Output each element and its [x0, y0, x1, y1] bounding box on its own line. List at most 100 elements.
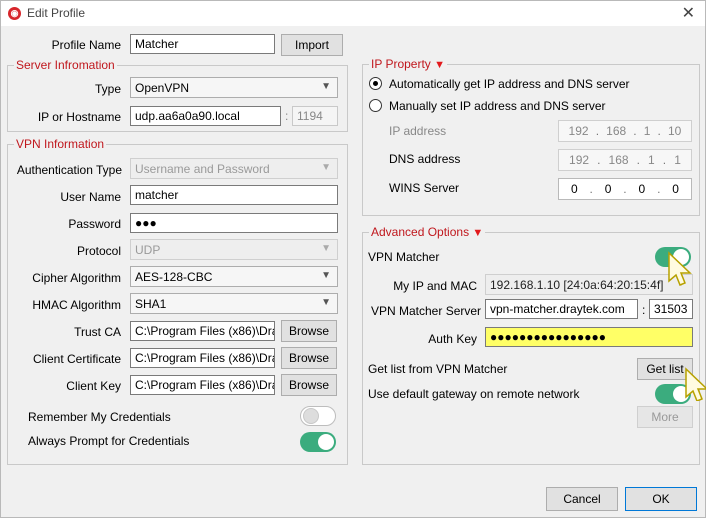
cipher-label: Cipher Algorithm	[32, 271, 121, 285]
cancel-button[interactable]: Cancel	[546, 487, 618, 511]
dns-address-input[interactable]: 192. 168. 1. 1	[558, 149, 692, 171]
wins-server-input[interactable]: 0. 0. 0. 0	[558, 178, 692, 200]
ip-dot: .	[623, 182, 627, 196]
collapse-triangle-icon[interactable]: ▼	[472, 227, 483, 239]
chevron-down-icon: ▼	[321, 243, 331, 254]
client-cert-browse-button[interactable]: Browse	[281, 347, 337, 369]
port-input[interactable]: 1194	[292, 106, 338, 126]
chevron-down-icon: ▼	[321, 270, 331, 281]
ip-octet: 168	[608, 153, 629, 167]
window-title: Edit Profile	[27, 6, 86, 20]
ip-octet: 10	[667, 124, 682, 138]
ip-octet: 1	[648, 153, 655, 167]
cipher-select[interactable]: AES-128-CBC ▼	[130, 266, 338, 287]
ip-dot: .	[597, 153, 601, 167]
toggle-knob	[318, 434, 334, 450]
protocol-select[interactable]: UDP ▼	[130, 239, 338, 260]
matcher-server-input[interactable]: vpn-matcher.draytek.com	[485, 299, 638, 319]
ip-octet: 192	[568, 124, 589, 138]
ip-dot: .	[662, 153, 667, 167]
ip-address-label: IP address	[389, 124, 447, 138]
ip-dot: .	[657, 124, 661, 138]
auto-ip-label: Automatically get IP address and DNS ser…	[389, 77, 630, 91]
ip-address-input[interactable]: 192. 168. 1. 10	[558, 120, 692, 142]
client-key-input[interactable]: C:\Program Files (x86)\Drayt	[130, 375, 275, 395]
server-information-title: Server Infromation	[14, 58, 117, 72]
dns-address-label: DNS address	[389, 152, 461, 166]
collapse-triangle-icon[interactable]: ▼	[434, 59, 445, 71]
ip-octet: 0	[638, 182, 646, 196]
hmac-label: HMAC Algorithm	[32, 298, 121, 312]
ip-dot: .	[595, 124, 600, 138]
ip-octet: 0	[672, 182, 679, 196]
advanced-options-title: Advanced Options ▼	[369, 225, 486, 239]
username-label: User Name	[60, 190, 121, 204]
port-separator: :	[285, 109, 289, 123]
ok-button[interactable]: OK	[625, 487, 697, 511]
my-ip-mac-value: 192.168.1.10 [24:0a:64:20:15:4f]	[490, 278, 664, 292]
ip-dot: .	[657, 182, 661, 196]
type-select[interactable]: OpenVPN ▼	[130, 77, 338, 98]
vpn-information-title: VPN Information	[14, 137, 107, 151]
ip-octet: 1	[674, 153, 681, 167]
auth-type-value: Username and Password	[135, 162, 270, 176]
hmac-select[interactable]: SHA1 ▼	[130, 293, 338, 314]
client-key-browse-button[interactable]: Browse	[281, 374, 337, 396]
edit-profile-dialog: ◉ Edit Profile ✕ Profile Name Matcher Im…	[0, 0, 706, 518]
client-cert-label: Client Certificate	[32, 352, 121, 366]
auto-ip-radio[interactable]	[369, 77, 382, 90]
ip-octet: 0	[570, 182, 578, 196]
ip-property-title: IP Property ▼	[369, 57, 448, 71]
type-value: OpenVPN	[135, 81, 190, 95]
title-bar: ◉ Edit Profile ✕	[1, 1, 705, 26]
draytek-logo-icon: ◉	[8, 7, 21, 20]
always-prompt-label: Always Prompt for Credentials	[28, 434, 190, 448]
default-gateway-label: Use default gateway on remote network	[368, 387, 580, 401]
get-list-label: Get list from VPN Matcher	[368, 362, 508, 376]
more-button[interactable]: More	[637, 406, 693, 428]
host-label: IP or Hostname	[37, 110, 121, 124]
matcher-server-label: VPN Matcher Server	[371, 304, 482, 318]
manual-ip-radio[interactable]	[369, 99, 382, 112]
protocol-label: Protocol	[76, 244, 121, 258]
ip-octet: 168	[606, 124, 627, 138]
host-input[interactable]: udp.aa6a0a90.local	[130, 106, 281, 126]
trust-ca-browse-button[interactable]: Browse	[281, 320, 337, 342]
trust-ca-input[interactable]: C:\Program Files (x86)\Drayt	[130, 321, 275, 341]
profile-name-input[interactable]: Matcher	[130, 34, 275, 54]
auth-type-select[interactable]: Username and Password ▼	[130, 158, 338, 179]
advanced-options-title-text: Advanced Options	[371, 225, 470, 239]
remember-credentials-label: Remember My Credentials	[28, 410, 171, 424]
trust-ca-label: Trust CA	[74, 325, 121, 339]
username-input[interactable]: matcher	[130, 185, 338, 205]
my-ip-mac-select[interactable]: 192.168.1.10 [24:0a:64:20:15:4f] ▼	[485, 274, 693, 295]
cipher-value: AES-128-CBC	[135, 270, 213, 284]
ip-property-title-text: IP Property	[371, 57, 431, 71]
password-input[interactable]: ●●●	[130, 213, 338, 233]
pointer-cursor-icon	[685, 367, 706, 401]
matcher-port-input[interactable]: 31503	[649, 299, 693, 319]
protocol-value: UDP	[135, 243, 161, 257]
manual-ip-label: Manually set IP address and DNS server	[389, 99, 606, 113]
chevron-down-icon: ▼	[321, 162, 331, 173]
matcher-port-separator: :	[642, 303, 646, 317]
wins-server-label: WINS Server	[389, 181, 460, 195]
pointer-cursor-icon	[668, 251, 692, 286]
chevron-down-icon: ▼	[321, 297, 331, 308]
close-icon[interactable]: ✕	[682, 3, 695, 23]
profile-name-label: Profile Name	[51, 38, 121, 52]
hmac-value: SHA1	[135, 297, 167, 311]
ip-dot: .	[589, 182, 593, 196]
ip-octet: 1	[643, 124, 651, 138]
auth-key-input[interactable]: ●●●●●●●●●●●●●●●●	[485, 327, 693, 347]
client-cert-input[interactable]: C:\Program Files (x86)\Drayt	[130, 348, 275, 368]
auth-type-label: Authentication Type	[16, 163, 122, 177]
my-ip-mac-label: My IP and MAC	[393, 279, 477, 293]
always-prompt-toggle[interactable]	[300, 432, 336, 452]
vpn-matcher-label: VPN Matcher	[368, 250, 440, 264]
chevron-down-icon: ▼	[321, 81, 331, 92]
ip-dot: .	[636, 153, 640, 167]
remember-credentials-toggle[interactable]	[300, 406, 336, 426]
toggle-knob	[303, 408, 319, 424]
import-button[interactable]: Import	[281, 34, 343, 56]
